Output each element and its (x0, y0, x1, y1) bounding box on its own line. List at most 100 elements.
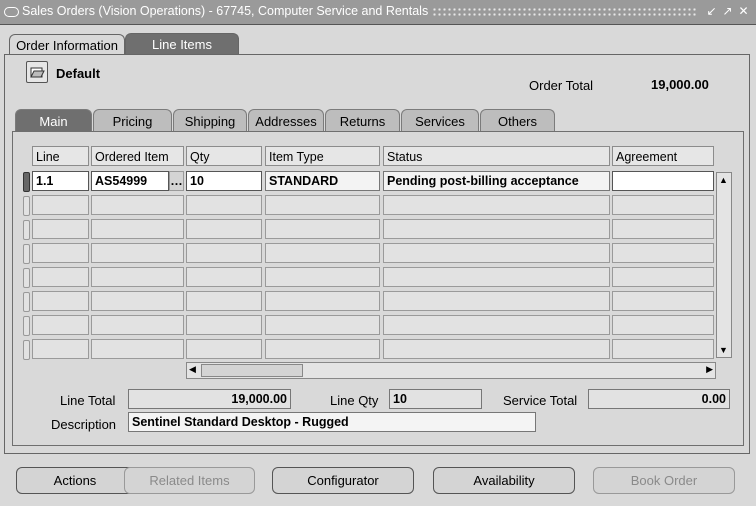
empty-grid-cell[interactable] (612, 195, 714, 215)
scroll-right-icon[interactable]: ▶ (706, 364, 713, 375)
empty-grid-cell[interactable] (612, 219, 714, 239)
empty-grid-cell[interactable] (265, 267, 380, 287)
empty-grid-cell[interactable] (32, 267, 89, 287)
empty-grid-cell[interactable] (91, 195, 184, 215)
empty-grid-cell[interactable] (265, 195, 380, 215)
empty-grid-cell[interactable] (265, 219, 380, 239)
empty-grid-cell[interactable] (91, 339, 184, 359)
empty-grid-cell[interactable] (186, 219, 262, 239)
row-selector[interactable] (23, 316, 30, 336)
cell-line[interactable]: 1.1 (32, 171, 89, 191)
empty-grid-cell[interactable] (612, 339, 714, 359)
line-total-field[interactable]: 19,000.00 (128, 389, 291, 409)
description-label: Description (51, 417, 117, 432)
scroll-down-icon[interactable]: ▼ (719, 345, 728, 355)
empty-grid-cell[interactable] (383, 339, 610, 359)
empty-grid-cell[interactable] (383, 219, 610, 239)
tab-others[interactable]: Others (480, 109, 555, 132)
window-icon[interactable] (4, 7, 19, 17)
cell-item-type[interactable]: STANDARD (265, 171, 380, 191)
column-header-item-type[interactable]: Item Type (265, 146, 380, 166)
vertical-scrollbar[interactable]: ▲ ▼ (716, 172, 732, 358)
empty-grid-cell[interactable] (612, 267, 714, 287)
empty-grid-cell[interactable] (91, 291, 184, 311)
column-header-qty[interactable]: Qty (186, 146, 262, 166)
actions-button[interactable]: Actions (16, 467, 134, 494)
book-order-button[interactable]: Book Order (593, 467, 735, 494)
empty-grid-cell[interactable] (383, 291, 610, 311)
empty-grid-cell[interactable] (32, 219, 89, 239)
empty-grid-cell[interactable] (265, 315, 380, 335)
empty-grid-cell[interactable] (186, 291, 262, 311)
empty-grid-cell[interactable] (383, 195, 610, 215)
empty-grid-cell[interactable] (91, 219, 184, 239)
cell-qty[interactable]: 10 (186, 171, 262, 191)
empty-grid-cell[interactable] (186, 339, 262, 359)
maximize-icon[interactable]: ↗ (720, 3, 735, 19)
scroll-up-icon[interactable]: ▲ (719, 175, 728, 185)
configurator-button[interactable]: Configurator (272, 467, 414, 494)
empty-grid-cell[interactable] (32, 339, 89, 359)
empty-grid-cell[interactable] (265, 291, 380, 311)
empty-grid-cell[interactable] (186, 243, 262, 263)
tab-returns[interactable]: Returns (325, 109, 400, 132)
row-selector[interactable] (23, 196, 30, 216)
empty-grid-cell[interactable] (186, 195, 262, 215)
empty-grid-cell[interactable] (265, 243, 380, 263)
column-header-status[interactable]: Status (383, 146, 610, 166)
tab-main[interactable]: Main (15, 109, 92, 132)
service-total-field[interactable]: 0.00 (588, 389, 730, 409)
tab-addresses[interactable]: Addresses (248, 109, 324, 132)
scroll-left-icon[interactable]: ◀ (189, 364, 196, 375)
empty-grid-cell[interactable] (383, 243, 610, 263)
folder-name: Default (56, 66, 101, 81)
empty-grid-cell[interactable] (612, 291, 714, 311)
line-qty-field[interactable]: 10 (389, 389, 482, 409)
empty-grid-cell[interactable] (186, 267, 262, 287)
column-header-ordered-item[interactable]: Ordered Item (91, 146, 184, 166)
service-total-label: Service Total (503, 393, 578, 408)
scroll-thumb[interactable] (201, 364, 303, 377)
empty-grid-cell[interactable] (265, 339, 380, 359)
empty-grid-cell[interactable] (91, 267, 184, 287)
empty-grid-cell[interactable] (91, 243, 184, 263)
cell-ordered-item[interactable]: AS54999 (91, 171, 169, 191)
list-of-values-button[interactable]: … (169, 171, 184, 191)
order-total-label: Order Total (529, 78, 594, 93)
tab-pricing[interactable]: Pricing (93, 109, 172, 132)
row-selector[interactable] (23, 340, 30, 360)
line-qty-label: Line Qty (330, 393, 379, 408)
row-selector[interactable] (23, 268, 30, 288)
empty-grid-cell[interactable] (32, 195, 89, 215)
empty-grid-cell[interactable] (32, 243, 89, 263)
cell-status[interactable]: Pending post-billing acceptance (383, 171, 610, 191)
empty-grid-cell[interactable] (91, 315, 184, 335)
order-total-value: 19,000.00 (651, 77, 709, 92)
folder-open-icon[interactable] (26, 61, 48, 83)
availability-button[interactable]: Availability (433, 467, 575, 494)
tab-shipping[interactable]: Shipping (173, 109, 247, 132)
column-header-agreement[interactable]: Agreement (612, 146, 714, 166)
empty-grid-cell[interactable] (186, 315, 262, 335)
row-selector[interactable] (23, 244, 30, 264)
empty-grid-cell[interactable] (383, 315, 610, 335)
empty-grid-cell[interactable] (32, 315, 89, 335)
title-bar-grip (432, 7, 698, 17)
related-items-button[interactable]: Related Items (124, 467, 255, 494)
horizontal-scrollbar[interactable]: ◀ ▶ (186, 362, 716, 379)
row-selector-current[interactable] (23, 172, 30, 192)
close-icon[interactable]: ✕ (736, 3, 751, 19)
column-header-line[interactable]: Line (32, 146, 89, 166)
cell-agreement[interactable] (612, 171, 714, 191)
empty-grid-cell[interactable] (612, 243, 714, 263)
row-selector[interactable] (23, 220, 30, 240)
tab-services[interactable]: Services (401, 109, 479, 132)
empty-grid-cell[interactable] (612, 315, 714, 335)
row-selector[interactable] (23, 292, 30, 312)
empty-grid-cell[interactable] (383, 267, 610, 287)
title-bar: Sales Orders (Vision Operations) - 67745… (0, 0, 756, 25)
empty-grid-cell[interactable] (32, 291, 89, 311)
description-field[interactable]: Sentinel Standard Desktop - Rugged (128, 412, 536, 432)
minimize-icon[interactable]: ↙ (704, 3, 719, 19)
window-title: Sales Orders (Vision Operations) - 67745… (22, 4, 429, 18)
